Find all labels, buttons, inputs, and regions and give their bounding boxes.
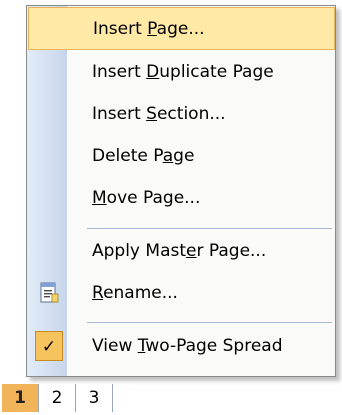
menu-item-insert-duplicate-page[interactable]: Insert Duplicate Page [28, 51, 335, 94]
rename-page-icon [38, 280, 60, 306]
menu-item-label: Insert Section... [92, 104, 226, 124]
checkmark-icon: ✓ [41, 337, 57, 357]
page-context-menu: Insert Page... Insert Duplicate Page Ins… [26, 5, 336, 377]
menu-item-label: Insert Duplicate Page [92, 62, 274, 82]
menu-separator [87, 228, 332, 229]
menu-item-label: Apply Master Page... [92, 241, 267, 261]
page-tab-3[interactable]: 3 [76, 384, 113, 412]
menu-item-view-two-page-spread[interactable]: ✓ View Two-Page Spread [28, 325, 335, 368]
menu-item-delete-page[interactable]: Delete Page [28, 135, 335, 178]
menu-item-move-page[interactable]: Move Page... [28, 177, 335, 220]
page-navigation: 1 2 3 [2, 384, 113, 412]
page-tab-2[interactable]: 2 [39, 384, 76, 412]
menu-separator [87, 322, 332, 323]
menu-item-insert-page[interactable]: Insert Page... [28, 7, 335, 50]
menu-item-rename[interactable]: Rename... [28, 272, 335, 315]
menu-item-label: View Two-Page Spread [92, 336, 283, 356]
page-tab-1[interactable]: 1 [2, 384, 39, 412]
menu-item-label: Rename... [92, 283, 178, 303]
checked-indicator: ✓ [35, 331, 63, 361]
menu-item-label: Insert Page... [93, 19, 205, 39]
menu-item-label: Move Page... [92, 188, 201, 208]
menu-item-apply-master-page[interactable]: Apply Master Page... [28, 230, 335, 273]
menu-item-label: Delete Page [92, 146, 195, 166]
menu-item-insert-section[interactable]: Insert Section... [28, 93, 335, 136]
